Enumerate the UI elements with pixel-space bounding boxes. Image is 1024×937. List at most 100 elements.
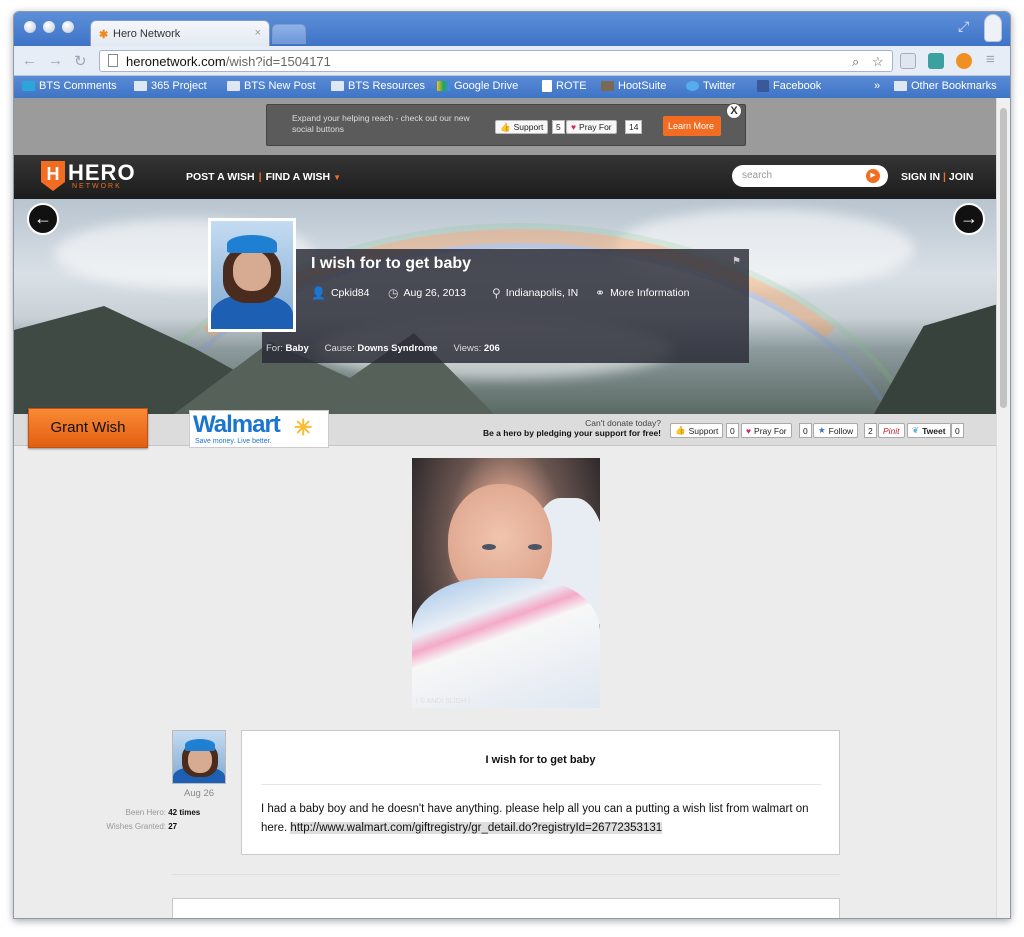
promo-pray-count: 14 (625, 120, 643, 134)
main-nav: POST A WISH | FIND A WISH ▼ (186, 171, 341, 183)
wish-user[interactable]: 👤 Cpkid84 (311, 286, 369, 300)
bookmarks-overflow[interactable]: » (874, 80, 880, 92)
nav-find-a-wish[interactable]: FIND A WISH (266, 171, 331, 183)
page-scrollbar[interactable] (996, 98, 1010, 918)
map-pin-icon: ⚲ (492, 286, 501, 300)
promo-box: Expand your helping reach - check out ou… (266, 103, 746, 146)
sponsor-logo[interactable]: Walmart ✳ Save money. Live better. (189, 410, 329, 448)
extension-app-icon[interactable] (928, 53, 944, 69)
heart-icon: ♥ (571, 122, 577, 132)
new-tab-button[interactable] (272, 24, 306, 44)
other-bookmarks[interactable]: Other Bookmarks (894, 80, 997, 92)
prev-wish-arrow-icon[interactable]: ← (27, 203, 59, 235)
tab-hero-network[interactable]: ✱ Hero Network × (90, 20, 270, 46)
page-viewport: Expand your helping reach - check out ou… (14, 98, 998, 918)
bookmark-item[interactable]: Twitter (686, 80, 735, 92)
url-host: heronetwork.com (126, 54, 226, 69)
search-go-icon[interactable]: ▶ (866, 169, 880, 183)
been-hero-stat: Been Hero: 42 times (125, 808, 201, 817)
join-link[interactable]: JOIN (949, 171, 974, 183)
pinit-button[interactable]: Pinit (878, 423, 905, 438)
post-body: I had a baby boy and he doesn't have any… (261, 803, 809, 834)
bookmark-item[interactable]: BTS Comments (22, 80, 117, 92)
avatar[interactable] (208, 218, 296, 332)
zoom-window-button[interactable] (62, 21, 74, 33)
flag-icon[interactable]: ⚑ (732, 256, 741, 267)
comment-box[interactable] (172, 898, 840, 918)
follow-button[interactable]: ★ Follow (813, 423, 859, 438)
star-icon: ★ (818, 425, 826, 435)
search-input[interactable]: search ▶ (732, 165, 888, 187)
photo-credit: | © ANDI SLIGH | (416, 698, 470, 705)
author-avatar[interactable] (172, 730, 226, 784)
promo-close-button[interactable]: X (726, 103, 742, 119)
user-icon: 👤 (311, 286, 326, 300)
back-arrow-icon[interactable]: ← (22, 52, 37, 69)
walmart-spark-icon: ✳ (294, 415, 313, 440)
bookmark-item[interactable]: Google Drive (437, 80, 518, 92)
wishes-granted-stat: Wishes Granted: 27 (106, 822, 178, 831)
nav-post-a-wish[interactable]: POST A WISH (186, 171, 255, 183)
minimize-window-button[interactable] (43, 21, 55, 33)
wish-post: I wish for to get baby I had a baby boy … (241, 730, 840, 855)
address-bar[interactable]: heronetwork.com/wish?id=1504171 ⌕ ☆ (99, 50, 893, 72)
wish-for-value: Baby (285, 343, 309, 354)
heart-icon: ♥ (746, 425, 752, 436)
tab-close-icon[interactable]: × (255, 27, 261, 39)
auth-links: SIGN IN | JOIN (901, 171, 974, 183)
bookmark-item[interactable]: Facebook (757, 80, 821, 92)
grant-wish-button[interactable]: Grant Wish (28, 408, 148, 448)
tweet-button[interactable]: ❦ Tweet (907, 423, 951, 438)
tab-title: Hero Network (113, 28, 181, 40)
close-window-button[interactable] (24, 21, 36, 33)
wish-info-card: I wish for to get baby ⚑ 👤 Cpkid84 ◷ Aug 2… (262, 249, 749, 363)
walmart-logo-text: Walmart (193, 411, 281, 438)
fullscreen-icon[interactable]: ⤢ (958, 18, 969, 35)
extension-pumpkin-icon[interactable] (956, 53, 972, 69)
learn-more-button[interactable]: Learn More (663, 116, 721, 136)
sign-in-link[interactable]: SIGN IN (901, 171, 940, 183)
walmart-registry-link[interactable]: http://www.walmart.com/giftregistry/gr_d… (290, 822, 663, 834)
support-button[interactable]: 👍 Support (670, 423, 724, 438)
extension-page-icon[interactable] (900, 53, 916, 69)
wish-cause-value: Downs Syndrome (357, 343, 438, 354)
star-icon[interactable]: ☆ (872, 54, 884, 70)
bookmark-item[interactable]: 365 Project (134, 80, 207, 92)
promo-support-button[interactable]: 👍 Support (495, 120, 549, 134)
twitter-bird-icon: ❦ (912, 425, 920, 435)
wish-photo[interactable]: | © ANDI SLIGH | (412, 458, 600, 708)
bookmark-item[interactable]: HootSuite (601, 80, 666, 92)
scrollbar-thumb[interactable] (1000, 108, 1007, 408)
browser-toolbar: ← → ↻ heronetwork.com/wish?id=1504171 ⌕ … (14, 46, 1010, 76)
bookmarks-bar: BTS Comments 365 Project BTS New Post BT… (14, 76, 1010, 98)
bookmark-item[interactable]: ROTE (542, 80, 587, 92)
promo-support-count: 5 (552, 120, 565, 134)
link-icon: ⚭ (595, 286, 606, 300)
hero-logo-icon[interactable]: H (41, 161, 65, 191)
pledge-text: Can't donate today? Be a hero by pledgin… (482, 418, 661, 438)
site-header: H HERO NETWORK POST A WISH | FIND A WISH ▼… (14, 155, 998, 199)
search-icon[interactable]: ⌕ (852, 54, 859, 70)
chevron-down-icon[interactable]: ▼ (333, 173, 341, 182)
reload-icon[interactable]: ↻ (74, 52, 87, 70)
profile-icon[interactable] (984, 14, 1002, 42)
page-icon (108, 54, 118, 67)
promo-text: Expand your helping reach - check out ou… (292, 113, 470, 134)
pray-count: 0 (799, 423, 812, 438)
promo-banner: Expand your helping reach - check out ou… (14, 98, 998, 155)
more-information-link[interactable]: ⚭ More Information (595, 286, 689, 300)
wish-views-value: 206 (483, 343, 500, 354)
tweet-count: 0 (951, 423, 964, 438)
pray-for-button[interactable]: ♥ Pray For (741, 423, 792, 438)
forward-arrow-icon[interactable]: → (48, 52, 63, 69)
follow-count: 2 (864, 423, 877, 438)
bookmark-item[interactable]: BTS New Post (227, 80, 316, 92)
grant-bar: Grant Wish Walmart ✳ Save money. Live be… (14, 408, 998, 448)
promo-pray-button[interactable]: ♥ Pray For (566, 120, 617, 134)
bookmark-item[interactable]: BTS Resources (331, 80, 425, 92)
menu-icon[interactable]: ≡ (986, 51, 995, 68)
next-wish-arrow-icon[interactable]: → (953, 203, 985, 235)
logo-subtitle: NETWORK (72, 183, 122, 190)
hero-favicon-icon: ✱ (99, 29, 109, 41)
mountain (874, 304, 998, 414)
